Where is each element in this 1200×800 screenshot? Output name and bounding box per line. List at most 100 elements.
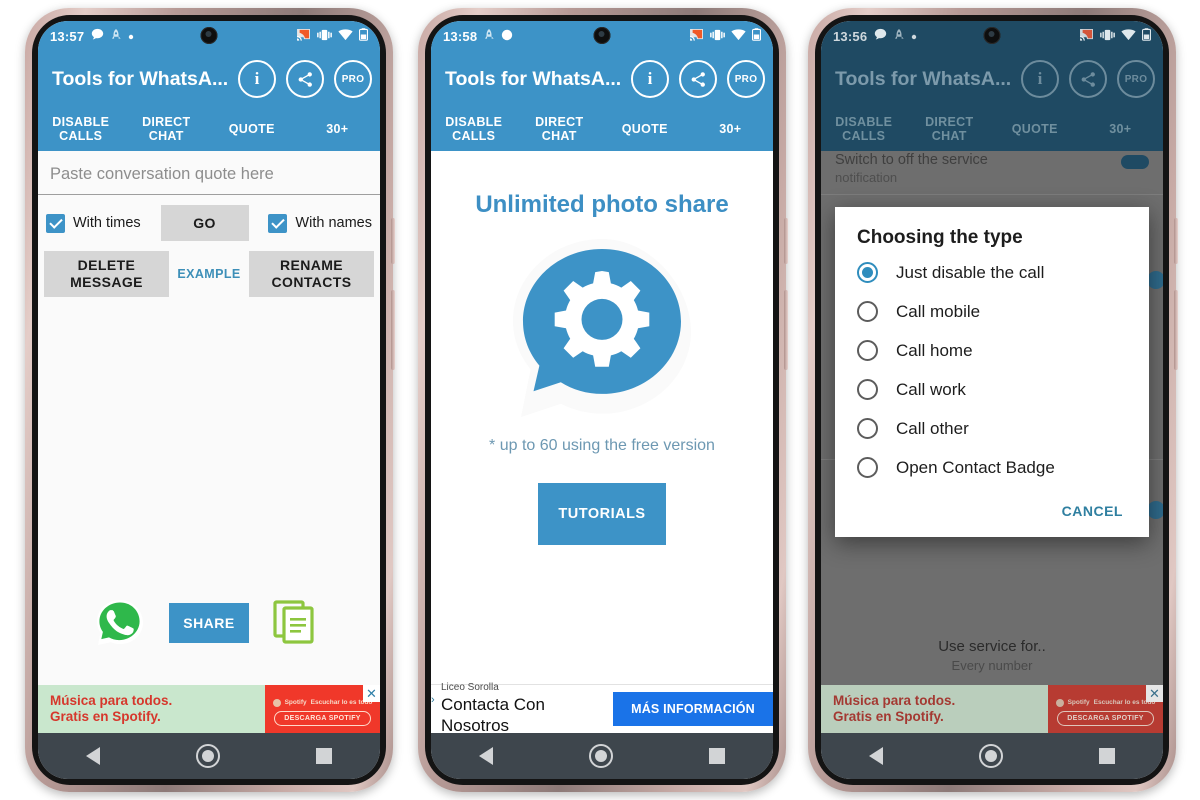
tab-quote[interactable]: QUOTE <box>209 122 295 136</box>
setting-row-service-notification[interactable]: Switch to off the service notification <box>821 151 1163 195</box>
share-icon[interactable] <box>679 60 717 98</box>
back-icon[interactable] <box>869 747 883 765</box>
toggle-switch[interactable] <box>1121 155 1149 169</box>
pro-badge-icon[interactable]: PRO <box>334 60 372 98</box>
recents-icon[interactable] <box>709 748 725 764</box>
app-title: Tools for WhatsA... <box>445 67 621 90</box>
volume-button[interactable] <box>391 290 395 370</box>
tab-disable-calls[interactable]: DISABLE CALLS <box>821 115 907 143</box>
recents-icon[interactable] <box>316 748 332 764</box>
home-icon[interactable] <box>196 744 220 768</box>
checkbox-with-names[interactable]: With names <box>268 213 372 233</box>
radio-option-open-contact-badge[interactable]: Open Contact Badge <box>835 448 1149 487</box>
radio-option-call-home[interactable]: Call home <box>835 331 1149 370</box>
radio-option-call-mobile[interactable]: Call mobile <box>835 292 1149 331</box>
tab-direct-chat[interactable]: DIRECT CHAT <box>124 115 210 143</box>
rocket-icon <box>111 28 121 44</box>
spotify-ad-cta[interactable]: DESCARGA SPOTIFY <box>1057 710 1154 726</box>
radio-icon[interactable] <box>857 418 878 439</box>
spotify-ad-line2: Gratis en Spotify. <box>50 709 161 724</box>
pro-badge-icon[interactable]: PRO <box>1117 60 1155 98</box>
spotify-ad-brand-name: Spotify <box>284 699 307 706</box>
home-icon[interactable] <box>589 744 613 768</box>
go-button[interactable]: GO <box>160 205 249 241</box>
cancel-button[interactable]: CANCEL <box>1056 497 1129 525</box>
info-icon[interactable]: i <box>631 60 669 98</box>
checkbox-with-times-box[interactable] <box>46 213 65 233</box>
checkbox-with-times[interactable]: With times <box>46 213 141 233</box>
spotify-ad-panel[interactable]: Spotify Escuchar lo es todo DESCARGA SPO… <box>1048 685 1163 733</box>
share-row: SHARE <box>38 591 380 655</box>
radio-icon[interactable] <box>857 379 878 400</box>
radio-icon[interactable] <box>857 262 878 283</box>
share-icon[interactable] <box>1069 60 1107 98</box>
info-icon[interactable]: i <box>1021 60 1059 98</box>
info-icon[interactable]: i <box>238 60 276 98</box>
copy-document-icon[interactable] <box>271 596 325 650</box>
spotify-ad[interactable]: Música para todos. Gratis en Spotify. Sp… <box>38 685 380 733</box>
screenshot-stage: 13:57 Tools for WhatsA... i PRO DISABLE … <box>0 0 1200 800</box>
spotify-ad-panel[interactable]: Spotify Escuchar lo es todo DESCARGA SPO… <box>265 685 380 733</box>
back-icon[interactable] <box>86 747 100 765</box>
tab-disable-calls[interactable]: DISABLE CALLS <box>38 115 124 143</box>
ad-choices-icon[interactable]: › <box>431 695 435 706</box>
volume-button[interactable] <box>784 290 788 370</box>
info-icon-label: i <box>647 69 653 88</box>
setting-row-use-service-for[interactable]: Use service for.. Every number <box>821 625 1163 685</box>
radio-option-label: Call work <box>896 379 966 399</box>
power-button[interactable] <box>1174 218 1178 264</box>
whatsapp-icon[interactable] <box>93 596 147 650</box>
share-button[interactable]: SHARE <box>169 603 249 643</box>
tab-30plus[interactable]: 30+ <box>688 122 774 136</box>
spotify-ad[interactable]: Música para todos. Gratis en Spotify. Sp… <box>821 685 1163 733</box>
tab-disable-calls[interactable]: DISABLE CALLS <box>431 115 517 143</box>
wifi-icon <box>1121 29 1136 44</box>
power-button[interactable] <box>784 218 788 264</box>
recents-icon[interactable] <box>1099 748 1115 764</box>
volume-button[interactable] <box>1174 290 1178 370</box>
radio-icon[interactable] <box>857 457 878 478</box>
home-icon[interactable] <box>979 744 1003 768</box>
pro-badge-icon[interactable]: PRO <box>727 60 765 98</box>
radio-option-call-other[interactable]: Call other <box>835 409 1149 448</box>
radio-icon[interactable] <box>857 301 878 322</box>
status-time: 13:58 <box>443 28 478 44</box>
liceo-ad-text: Liceo Sorolla Contacta Con Nosotros <box>441 682 613 733</box>
checkbox-with-names-box[interactable] <box>268 213 288 233</box>
close-icon[interactable]: ✕ <box>1146 685 1163 702</box>
liceo-ad-cta[interactable]: MÁS INFORMACIÓN <box>613 692 773 726</box>
share-icon[interactable] <box>286 60 324 98</box>
tab-quote[interactable]: QUOTE <box>992 122 1078 136</box>
status-bar: 13:57 <box>38 21 380 51</box>
tab-quote[interactable]: QUOTE <box>602 122 688 136</box>
rename-contacts-button[interactable]: RENAME CONTACTS <box>249 251 374 297</box>
power-button[interactable] <box>391 218 395 264</box>
tab-30plus[interactable]: 30+ <box>295 122 381 136</box>
phone-3: 13:56 Tools for WhatsA... i PRO DISABLE … <box>808 8 1178 792</box>
delete-message-button[interactable]: DELETE MESSAGE <box>44 251 169 297</box>
quote-input[interactable]: Paste conversation quote here <box>38 151 380 195</box>
tab-bar: DISABLE CALLS DIRECT CHAT QUOTE 30+ <box>431 107 773 151</box>
app-bar: Tools for WhatsA... i PRO <box>821 51 1163 107</box>
tutorials-button[interactable]: TUTORIALS <box>538 483 666 545</box>
pro-badge-label: PRO <box>734 73 758 85</box>
back-icon[interactable] <box>479 747 493 765</box>
tab-direct-chat[interactable]: DIRECT CHAT <box>517 115 603 143</box>
spotify-ad-line1: Música para todos. <box>50 693 173 708</box>
toggle-switch[interactable] <box>1147 271 1163 289</box>
tab-direct-chat[interactable]: DIRECT CHAT <box>907 115 993 143</box>
radio-option-just-disable-the-call[interactable]: Just disable the call <box>835 253 1149 292</box>
spotify-logo-icon <box>1055 698 1064 707</box>
radio-icon[interactable] <box>857 340 878 361</box>
radio-option-call-work[interactable]: Call work <box>835 370 1149 409</box>
toggle-switch[interactable] <box>1147 501 1163 519</box>
phone-1-content: Paste conversation quote here With times… <box>38 151 380 733</box>
tab-30plus[interactable]: 30+ <box>1078 122 1164 136</box>
dot-icon <box>911 30 917 43</box>
cast-icon <box>1079 28 1094 44</box>
vibrate-icon <box>710 29 725 44</box>
liceo-ad[interactable]: › Liceo Sorolla Contacta Con Nosotros MÁ… <box>431 682 773 733</box>
example-link[interactable]: EXAMPLE <box>173 251 245 297</box>
close-icon[interactable]: ✕ <box>363 685 380 702</box>
spotify-ad-cta[interactable]: DESCARGA SPOTIFY <box>274 710 371 726</box>
